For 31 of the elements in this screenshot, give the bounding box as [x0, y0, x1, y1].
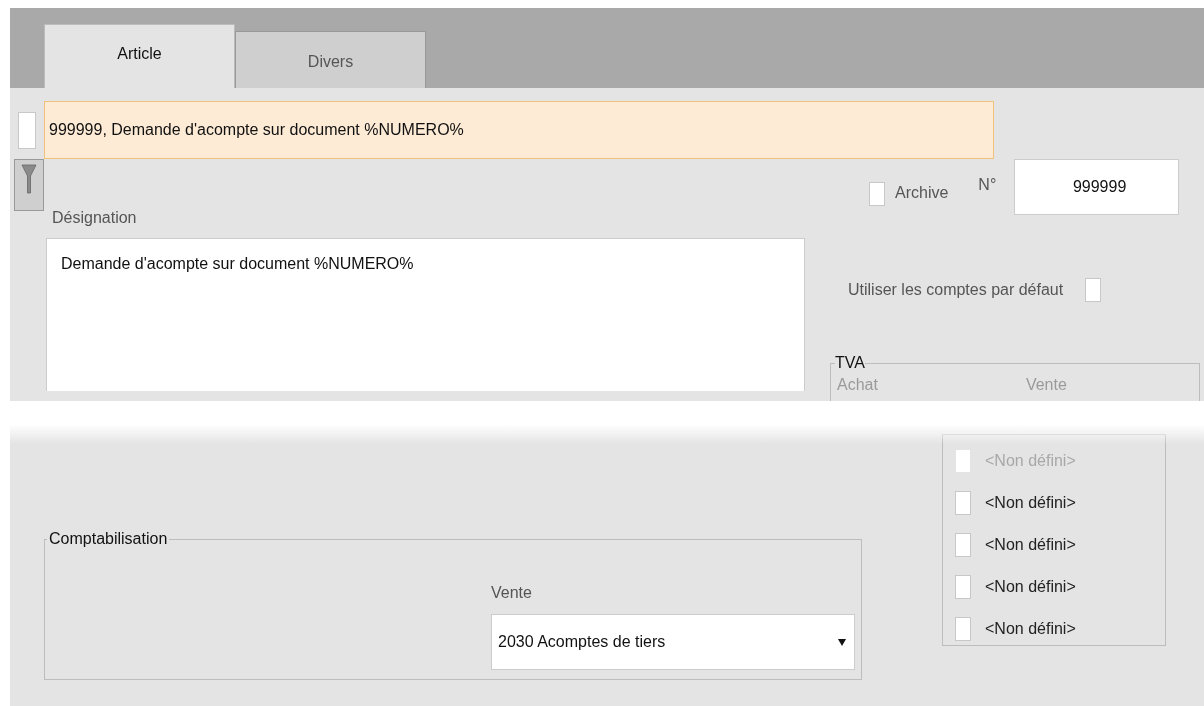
field-label: Vente [491, 584, 532, 602]
archive-label: Archive [895, 184, 949, 202]
group-title: Comptabilisation [48, 530, 169, 548]
filter-icon [21, 164, 37, 194]
checkbox[interactable] [955, 617, 971, 641]
tab[interactable]: Article [44, 24, 235, 88]
option-label: <Non défini> [985, 578, 1076, 596]
option-label: <Non défini> [985, 452, 1076, 470]
checkbox[interactable] [955, 575, 971, 599]
checkbox[interactable] [18, 111, 36, 149]
account-dropdown[interactable]: 2030 Acomptes de tiers [491, 614, 855, 670]
column-label: Achat [837, 376, 878, 394]
designation-field[interactable]: Demande d'acompte sur document %NUMERO% [46, 238, 805, 391]
caret-icon [838, 638, 846, 646]
checkbox[interactable] [955, 491, 971, 515]
tab[interactable]: Divers [235, 31, 426, 88]
filter-button[interactable] [14, 159, 44, 211]
number-label: N° [978, 176, 997, 194]
option-label: <Non défini> [985, 620, 1076, 638]
checkbox[interactable] [955, 533, 971, 557]
column-label: Vente [1025, 376, 1067, 394]
designation-label: Désignation [52, 209, 137, 227]
group-title: TVA [835, 354, 865, 372]
option-label: <Non défini> [985, 494, 1076, 512]
checkbox[interactable] [869, 182, 885, 206]
checkbox[interactable] [1085, 278, 1102, 302]
default-accounts-label: Utiliser les comptes par défaut [848, 281, 1064, 299]
checkbox[interactable] [955, 449, 971, 473]
option-label: <Non défini> [985, 536, 1076, 554]
number-field[interactable]: 999999 [1014, 159, 1180, 215]
record-field[interactable]: 999999, Demande d'acompte sur document %NUMERO% [44, 101, 994, 159]
